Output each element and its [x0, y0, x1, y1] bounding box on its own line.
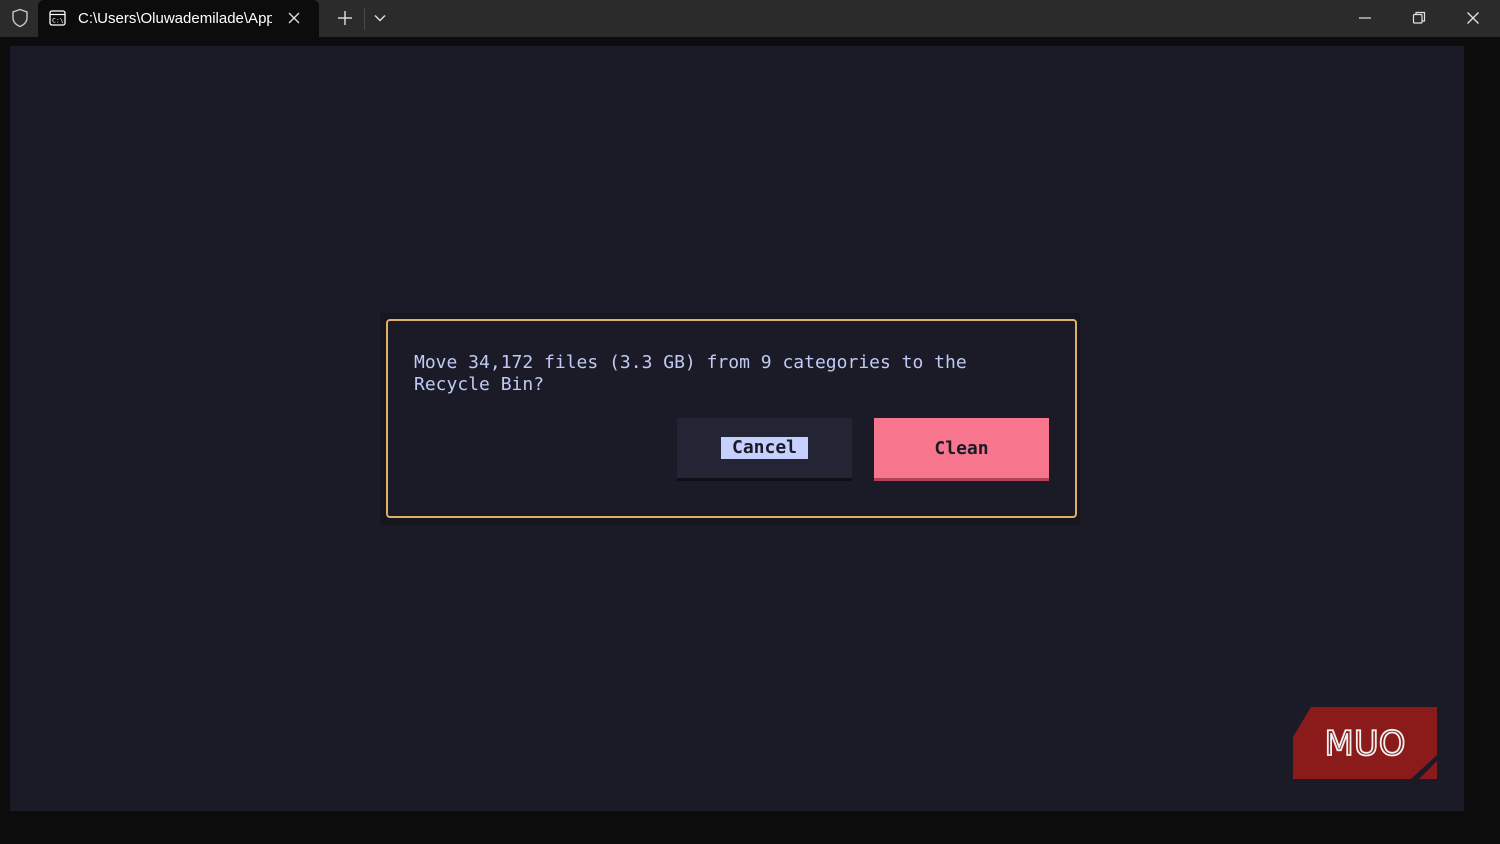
clean-button[interactable]: Clean: [874, 418, 1049, 481]
tab-title: C:\Users\Oluwademilade\App: [78, 10, 272, 27]
close-window-button[interactable]: [1446, 0, 1500, 37]
muo-logo: MUO: [1293, 707, 1437, 779]
terminal-tab-icon: C:\: [49, 10, 66, 26]
restore-icon: [1412, 11, 1426, 24]
plus-icon[interactable]: [334, 6, 356, 30]
chevron-down-icon[interactable]: [370, 7, 390, 29]
restore-button[interactable]: [1392, 0, 1446, 37]
minimize-button[interactable]: [1338, 0, 1392, 37]
logo-text: MUO: [1325, 724, 1406, 764]
title-bar: C:\ C:\Users\Oluwademilade\App: [0, 0, 1500, 37]
svg-text:C:\: C:\: [52, 17, 64, 25]
minimize-icon: [1359, 17, 1371, 19]
clean-button-label: Clean: [934, 437, 989, 459]
cancel-button[interactable]: Cancel: [677, 418, 852, 481]
tab-terminal[interactable]: C:\ C:\Users\Oluwademilade\App: [38, 0, 319, 37]
shield-icon: [10, 8, 30, 28]
dialog-message: Move 34,172 files (3.3 GB) from 9 catego…: [414, 352, 967, 395]
close-icon[interactable]: [285, 9, 303, 27]
close-icon: [1467, 12, 1479, 24]
cancel-button-label: Cancel: [720, 437, 809, 459]
tab-separator: [364, 8, 365, 30]
confirm-dialog: Move 34,172 files (3.3 GB) from 9 catego…: [386, 319, 1077, 518]
